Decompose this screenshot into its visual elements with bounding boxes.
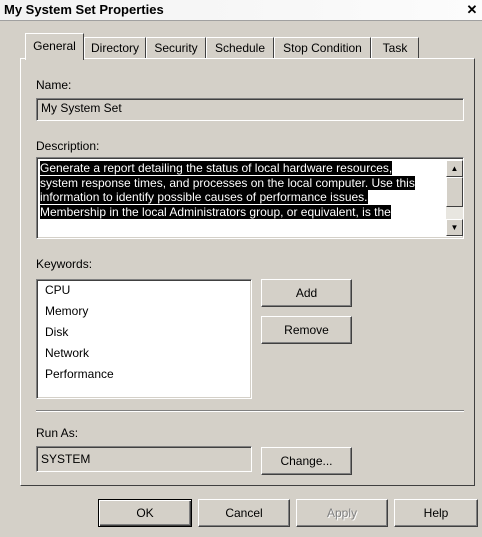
scroll-down-icon: ▼ <box>450 223 459 232</box>
apply-button[interactable]: Apply <box>296 499 388 527</box>
tab-schedule-label: Schedule <box>214 41 266 55</box>
description-line: system response times, and processes on … <box>40 175 415 190</box>
run-as-value: SYSTEM <box>41 452 91 466</box>
ok-button[interactable]: OK <box>98 499 192 527</box>
cancel-label: Cancel <box>225 506 263 520</box>
help-label: Help <box>423 506 449 520</box>
description-textarea[interactable]: Generate a report detailing the status o… <box>36 157 464 239</box>
tab-general-label: General <box>33 39 76 53</box>
list-item[interactable]: Memory <box>45 304 88 318</box>
change-run-as-label: Change... <box>280 454 333 468</box>
general-tab-panel <box>20 58 475 486</box>
name-label: Name: <box>36 78 72 92</box>
add-keyword-button[interactable]: Add <box>261 279 352 307</box>
title-bar: My System Set Properties ✕ <box>0 0 482 21</box>
description-line: Generate a report detailing the status o… <box>40 161 393 175</box>
scroll-up-button[interactable]: ▲ <box>446 160 463 177</box>
name-field[interactable]: My System Set <box>36 98 464 121</box>
description-scrollbar[interactable]: ▲ ▼ <box>446 160 463 236</box>
section-divider <box>36 410 464 412</box>
list-item[interactable]: CPU <box>45 283 70 297</box>
remove-keyword-button[interactable]: Remove <box>261 316 352 344</box>
list-item[interactable]: Performance <box>45 367 114 381</box>
tab-security[interactable]: Security <box>146 37 206 58</box>
close-icon[interactable]: ✕ <box>464 2 480 18</box>
list-item[interactable]: Disk <box>45 325 68 339</box>
name-value: My System Set <box>41 101 122 115</box>
keywords-listbox[interactable]: CPU Memory Disk Network Performance <box>36 279 252 399</box>
window-title: My System Set Properties <box>4 2 164 17</box>
help-button[interactable]: Help <box>394 499 478 527</box>
description-label: Description: <box>36 139 100 153</box>
tab-schedule[interactable]: Schedule <box>206 37 274 58</box>
tab-stop-condition-label: Stop Condition <box>283 41 362 55</box>
description-line: information to identify possible causes … <box>40 190 368 204</box>
description-line: Membership in the local Administrators g… <box>40 204 391 219</box>
tab-task-label: Task <box>382 41 408 55</box>
run-as-label: Run As: <box>36 426 79 440</box>
run-as-field: SYSTEM <box>36 446 252 472</box>
remove-keyword-label: Remove <box>284 323 329 337</box>
tab-general[interactable]: General <box>25 33 84 60</box>
tab-directory-label: Directory <box>90 41 139 55</box>
tab-stop-condition[interactable]: Stop Condition <box>274 37 371 58</box>
cancel-button[interactable]: Cancel <box>198 499 290 527</box>
tab-security-label: Security <box>154 41 198 55</box>
add-keyword-label: Add <box>295 286 318 300</box>
change-run-as-button[interactable]: Change... <box>261 447 352 475</box>
tab-task[interactable]: Task <box>371 37 419 58</box>
list-item[interactable]: Network <box>45 346 89 360</box>
apply-label: Apply <box>326 506 358 520</box>
description-text: Generate a report detailing the status o… <box>40 161 444 219</box>
scroll-down-button[interactable]: ▼ <box>446 219 463 236</box>
scroll-thumb[interactable] <box>446 177 463 207</box>
tab-directory[interactable]: Directory <box>84 37 146 58</box>
scroll-up-icon: ▲ <box>450 164 459 173</box>
keywords-label: Keywords: <box>36 257 93 271</box>
ok-label: OK <box>136 506 154 520</box>
